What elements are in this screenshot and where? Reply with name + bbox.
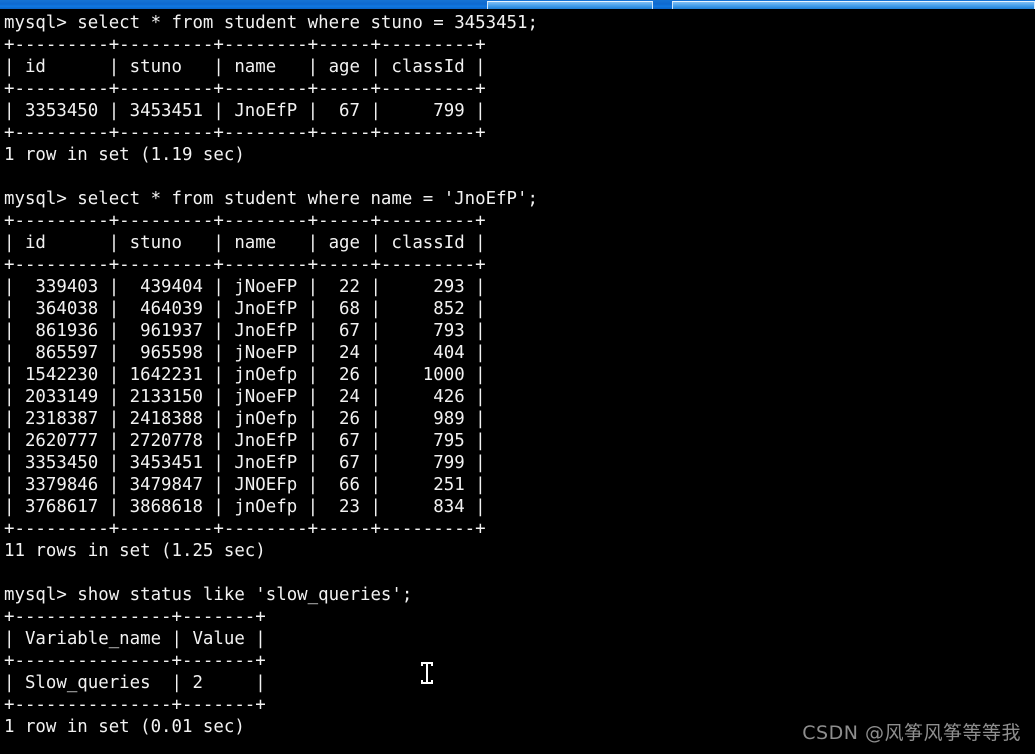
- terminal-line: +---------+---------+--------+-----+----…: [4, 255, 486, 275]
- terminal-line: +---------+---------+--------+-----+----…: [4, 519, 486, 539]
- terminal-line: | id | stuno | name | age | classId |: [4, 233, 486, 253]
- terminal-line: | 3768617 | 3868618 | jnOefp | 23 | 834 …: [4, 497, 486, 517]
- terminal-line: | id | stuno | name | age | classId |: [4, 57, 486, 77]
- terminal-line: +---------+---------+--------+-----+----…: [4, 123, 486, 143]
- terminal-line: | 339403 | 439404 | jNoeFP | 22 | 293 |: [4, 277, 486, 297]
- terminal-line: | Variable_name | Value |: [4, 629, 266, 649]
- terminal-line: | 865597 | 965598 | jNoeFP | 24 | 404 |: [4, 343, 486, 363]
- terminal-line: mysql> select * from student where name …: [4, 189, 538, 209]
- window-titlebar[interactable]: [0, 0, 1035, 9]
- csdn-watermark: CSDN @风筝风筝等等我: [802, 722, 1021, 744]
- terminal-window: mysql> select * from student where stuno…: [0, 0, 1035, 754]
- terminal-line: | 364038 | 464039 | JnoEfP | 68 | 852 |: [4, 299, 486, 319]
- terminal-output-area[interactable]: mysql> select * from student where stuno…: [0, 9, 1035, 754]
- titlebar-tab-1[interactable]: [487, 1, 653, 9]
- terminal-line: | 2620777 | 2720778 | JnoEfP | 67 | 795 …: [4, 431, 486, 451]
- terminal-line: mysql> show status like 'slow_queries';: [4, 585, 413, 605]
- terminal-line: +---------------+-------+: [4, 607, 266, 627]
- terminal-line: +---------+---------+--------+-----+----…: [4, 35, 486, 55]
- terminal-line: | 2318387 | 2418388 | jnOefp | 26 | 989 …: [4, 409, 486, 429]
- terminal-line: | 3353450 | 3453451 | JnoEfP | 67 | 799 …: [4, 101, 486, 121]
- terminal-line: | 3353450 | 3453451 | JnoEfP | 67 | 799 …: [4, 453, 486, 473]
- terminal-line: 1 row in set (1.19 sec): [4, 145, 245, 165]
- titlebar-tab-2[interactable]: [672, 1, 1035, 9]
- terminal-line: mysql> select * from student where stuno…: [4, 13, 538, 33]
- terminal-line: | 2033149 | 2133150 | jNoeFP | 24 | 426 …: [4, 387, 486, 407]
- terminal-line: | 861936 | 961937 | JnoEfP | 67 | 793 |: [4, 321, 486, 341]
- terminal-line: 11 rows in set (1.25 sec): [4, 541, 266, 561]
- terminal-line: +---------------+-------+: [4, 651, 266, 671]
- terminal-line: +---------+---------+--------+-----+----…: [4, 211, 486, 231]
- terminal-line: | 3379846 | 3479847 | JNOEFp | 66 | 251 …: [4, 475, 486, 495]
- terminal-line: | 1542230 | 1642231 | jnOefp | 26 | 1000…: [4, 365, 486, 385]
- terminal-line: +---------+---------+--------+-----+----…: [4, 79, 486, 99]
- terminal-line: +---------------+-------+: [4, 695, 266, 715]
- terminal-line: | Slow_queries | 2 |: [4, 673, 266, 693]
